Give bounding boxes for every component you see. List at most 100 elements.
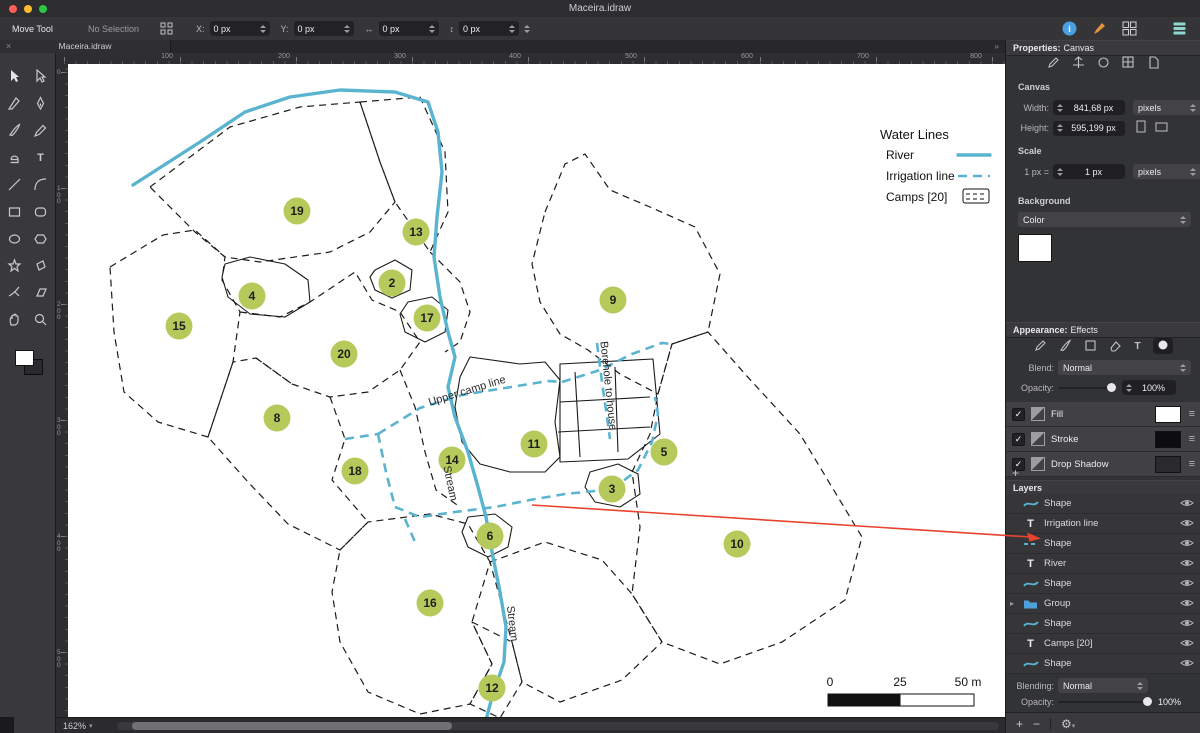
pencil-icon[interactable] (1092, 17, 1107, 40)
camp-marker-18[interactable]: 18 (341, 457, 369, 485)
appearance-fill-icon[interactable] (1084, 339, 1097, 354)
zoom-tool[interactable] (30, 309, 52, 331)
camp-marker-4[interactable]: 4 (238, 282, 266, 310)
background-color-swatch[interactable] (1018, 234, 1052, 262)
opacity-slider-knob[interactable] (1107, 382, 1116, 392)
rectangle-tool[interactable] (4, 201, 26, 223)
grid-props-icon[interactable] (1122, 55, 1135, 71)
zoom-select[interactable]: 162% ▾ (63, 718, 93, 733)
parallelogram-tool[interactable] (30, 282, 52, 304)
eye-icon[interactable] (1180, 658, 1194, 670)
appearance-brush-icon[interactable] (1059, 338, 1072, 354)
layer-row-irrigation-line[interactable]: T Irrigation line (1006, 514, 1200, 534)
pencil-props-icon[interactable] (1047, 56, 1060, 71)
camp-marker-6[interactable]: 6 (476, 522, 504, 550)
eye-icon[interactable] (1180, 598, 1194, 610)
zoom-window-button[interactable] (39, 5, 47, 13)
minimize-window-button[interactable] (24, 5, 32, 13)
opacity-field[interactable]: 100% (1122, 380, 1176, 395)
add-effect-button[interactable]: + (1012, 466, 1019, 480)
checkbox[interactable]: ✓ (1012, 432, 1025, 446)
coord-field[interactable]: 0 px (459, 21, 520, 36)
polygon-tool[interactable] (30, 228, 52, 250)
star-tool[interactable] (4, 255, 26, 277)
blend-dropdown[interactable]: Normal (1058, 360, 1191, 375)
background-color-dropdown[interactable]: Color (1018, 212, 1191, 227)
stroke-row[interactable]: ✓ Stroke ≡ (1006, 427, 1200, 452)
knife-tool[interactable] (4, 93, 26, 115)
eye-icon[interactable] (1180, 538, 1194, 550)
eye-icon[interactable] (1180, 578, 1194, 590)
camp-marker-5[interactable]: 5 (650, 438, 678, 466)
camp-marker-16[interactable]: 16 (416, 589, 444, 617)
list-handle-icon[interactable]: ≡ (1189, 408, 1195, 420)
color-swatch[interactable] (1154, 455, 1181, 473)
rounded-rectangle-tool[interactable] (30, 201, 52, 223)
ellipse-tool[interactable] (4, 228, 26, 250)
layer-settings-button[interactable]: ⚙▾ (1061, 717, 1075, 731)
transform-props-icon[interactable] (1072, 55, 1085, 71)
info-icon[interactable]: i (1062, 17, 1077, 40)
layer-row-shape[interactable]: Shape (1006, 534, 1200, 554)
page-props-icon[interactable] (1147, 55, 1160, 71)
width-field[interactable]: 841,68 px (1053, 100, 1125, 115)
pen-tool[interactable] (30, 93, 52, 115)
layer-row-group[interactable]: ▸ Group (1006, 594, 1200, 614)
layer-row-river[interactable]: T River (1006, 554, 1200, 574)
layer-row-shape[interactable]: Shape (1006, 574, 1200, 594)
appearance-pencil-icon[interactable] (1034, 339, 1047, 354)
hand-tool[interactable] (4, 309, 26, 331)
camp-marker-10[interactable]: 10 (723, 530, 751, 558)
blending-dropdown[interactable]: Normal (1058, 678, 1148, 693)
stepper-icon[interactable] (509, 24, 516, 33)
stamp-tool[interactable] (4, 147, 26, 169)
eye-icon[interactable] (1180, 558, 1194, 570)
camp-marker-15[interactable]: 15 (165, 312, 193, 340)
appearance-eraser-icon[interactable] (1109, 339, 1122, 354)
selection-tool[interactable] (4, 66, 26, 88)
close-window-button[interactable] (9, 5, 17, 13)
scrollbar-thumb[interactable] (132, 722, 452, 730)
camp-marker-17[interactable]: 17 (413, 304, 441, 332)
direct-select-tool[interactable] (30, 66, 52, 88)
pencil-tool[interactable] (30, 120, 52, 142)
arc-tool[interactable] (30, 174, 52, 196)
fill-stroke-well[interactable] (13, 349, 43, 377)
eye-icon[interactable] (1180, 498, 1194, 510)
stepper-icon[interactable] (343, 24, 350, 33)
camp-marker-8[interactable]: 8 (263, 404, 291, 432)
brush-tool[interactable] (4, 120, 26, 142)
layer-opacity-knob[interactable] (1143, 697, 1152, 706)
camp-marker-9[interactable]: 9 (599, 286, 627, 314)
add-layer-button[interactable]: + (1016, 717, 1023, 731)
fill-row[interactable]: ✓ Fill ≡ (1006, 402, 1200, 427)
appearance-text-icon[interactable]: T (1134, 341, 1140, 352)
layer-row-shape[interactable]: Shape (1006, 654, 1200, 674)
coord-field[interactable]: 0 px (293, 21, 354, 36)
camp-marker-20[interactable]: 20 (330, 340, 358, 368)
scale-unit-dropdown[interactable]: pixels (1133, 164, 1200, 179)
appearance-effects-icon[interactable] (1152, 338, 1173, 354)
grid-icon[interactable] (1122, 17, 1137, 40)
layer-row-camps-20-[interactable]: T Camps [20] (1006, 634, 1200, 654)
opacity-slider[interactable] (1058, 382, 1116, 392)
eye-icon[interactable] (1180, 518, 1194, 530)
landscape-page-icon[interactable] (1155, 120, 1169, 136)
list-handle-icon[interactable]: ≡ (1189, 458, 1195, 470)
layers-stack-icon[interactable] (1172, 17, 1187, 40)
line-tool[interactable] (4, 174, 26, 196)
slice-tool[interactable] (4, 282, 26, 304)
shear-tool[interactable] (30, 255, 52, 277)
checkbox[interactable]: ✓ (1012, 407, 1025, 421)
move-tool-button[interactable]: Move Tool (12, 17, 53, 40)
stepper-icon[interactable] (524, 24, 531, 33)
ellipse-props-icon[interactable] (1097, 56, 1110, 71)
coord-field[interactable]: 0 px (209, 21, 270, 36)
camp-marker-13[interactable]: 13 (402, 218, 430, 246)
coord-field[interactable]: 0 px (378, 21, 439, 36)
camp-marker-2[interactable]: 2 (378, 269, 406, 297)
color-swatch[interactable] (1154, 405, 1181, 423)
drop-shadow-row[interactable]: ✓ Drop Shadow ≡ (1006, 452, 1200, 477)
eye-icon[interactable] (1180, 618, 1194, 630)
camp-marker-19[interactable]: 19 (283, 197, 311, 225)
